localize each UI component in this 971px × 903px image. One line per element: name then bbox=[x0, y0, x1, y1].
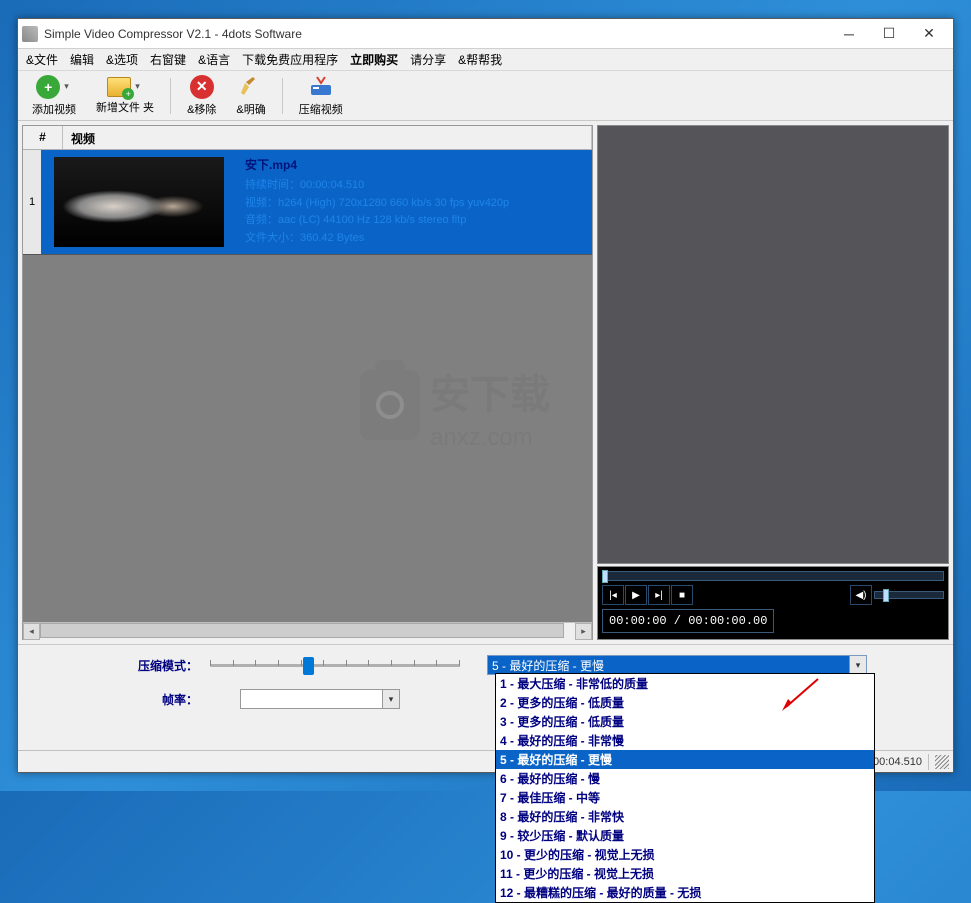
seek-slider[interactable] bbox=[602, 571, 944, 581]
preview-panel: |◂ ▶ ▸| ■ ◀) 00:00:00 / 00:00:00.00 bbox=[597, 125, 949, 640]
volume-icon[interactable]: ◀) bbox=[850, 585, 872, 605]
maximize-button[interactable]: ☐ bbox=[869, 21, 909, 47]
compress-mode-label: 压缩模式： bbox=[30, 657, 210, 674]
seek-thumb[interactable] bbox=[602, 570, 608, 583]
preview-viewport bbox=[597, 125, 949, 564]
row-number: 1 bbox=[23, 150, 41, 254]
table-body[interactable]: 1 安下.mp4 持续时间：00:00:04.510 视频：h264 (High… bbox=[23, 150, 592, 622]
clear-button[interactable]: &明确 bbox=[230, 73, 271, 119]
frame-rate-combobox[interactable]: ▾ bbox=[240, 689, 400, 709]
duration-line: 持续时间：00:00:04.510 bbox=[245, 177, 584, 195]
content-area: # 视频 1 安下.mp4 持续时间：00:00:04.510 视频：h264 … bbox=[18, 121, 953, 644]
combobox-value: 5 - 最好的压缩 - 更慢 bbox=[492, 657, 604, 674]
title-bar[interactable]: Simple Video Compressor V2.1 - 4dots Sof… bbox=[18, 19, 953, 49]
table-row[interactable]: 1 安下.mp4 持续时间：00:00:04.510 视频：h264 (High… bbox=[23, 150, 592, 255]
chevron-down-icon[interactable]: ▾ bbox=[132, 81, 143, 92]
menu-rightkey[interactable]: 右窗键 bbox=[150, 51, 186, 68]
remove-label: &移除 bbox=[187, 101, 216, 117]
table-header: # 视频 bbox=[23, 126, 592, 150]
chevron-down-icon[interactable]: ▾ bbox=[61, 81, 72, 92]
folder-icon: + bbox=[107, 77, 131, 97]
dropdown-option[interactable]: 2 - 更多的压缩 - 低质量 bbox=[496, 693, 874, 712]
menu-edit[interactable]: 编辑 bbox=[70, 51, 94, 68]
window-title: Simple Video Compressor V2.1 - 4dots Sof… bbox=[44, 27, 829, 41]
menu-buynow[interactable]: 立即购买 bbox=[350, 51, 398, 68]
toolbar: + ▾ 添加视频 + ▾ 新增文件 夹 ✕ &移除 &明确 bbox=[18, 71, 953, 121]
add-folder-button[interactable]: + ▾ 新增文件 夹 bbox=[90, 75, 160, 117]
stop-button[interactable]: ■ bbox=[671, 585, 693, 605]
minimize-button[interactable]: ─ bbox=[829, 21, 869, 47]
menu-bar: &文件 编辑 &选项 右窗键 &语言 下载免费应用程序 立即购买 请分享 &帮帮… bbox=[18, 49, 953, 71]
play-button[interactable]: ▶ bbox=[625, 585, 647, 605]
filename: 安下.mp4 bbox=[245, 156, 584, 175]
compress-label: 压缩视频 bbox=[299, 101, 343, 117]
separator bbox=[170, 78, 171, 114]
dropdown-option[interactable]: 11 - 更少的压缩 - 视觉上无损 bbox=[496, 864, 874, 883]
video-line: 视频：h264 (High) 720x1280 660 kb/s 30 fps … bbox=[245, 195, 584, 213]
skip-forward-button[interactable]: ▸| bbox=[648, 585, 670, 605]
resize-grip[interactable] bbox=[935, 755, 949, 769]
dropdown-option[interactable]: 1 - 最大压缩 - 非常低的质量 bbox=[496, 674, 874, 693]
player-controls: |◂ ▶ ▸| ■ ◀) 00:00:00 / 00:00:00.00 bbox=[597, 566, 949, 640]
volume-thumb[interactable] bbox=[883, 589, 889, 602]
chevron-down-icon[interactable]: ▾ bbox=[849, 656, 866, 674]
broom-icon bbox=[239, 75, 263, 99]
dropdown-option[interactable]: 8 - 最好的压缩 - 非常快 bbox=[496, 807, 874, 826]
thumbnail-cell bbox=[41, 150, 237, 254]
menu-language[interactable]: &语言 bbox=[198, 51, 230, 68]
video-meta: 安下.mp4 持续时间：00:00:04.510 视频：h264 (High) … bbox=[237, 150, 592, 254]
separator bbox=[282, 78, 283, 114]
frame-rate-label: 帧率： bbox=[30, 691, 210, 708]
col-video[interactable]: 视频 bbox=[63, 126, 592, 149]
app-icon bbox=[22, 26, 38, 42]
compress-mode-dropdown[interactable]: 1 - 最大压缩 - 非常低的质量2 - 更多的压缩 - 低质量3 - 更多的压… bbox=[495, 673, 875, 903]
scroll-left-icon[interactable]: ◂ bbox=[23, 623, 40, 640]
menu-help[interactable]: &帮帮我 bbox=[458, 51, 502, 68]
slider-thumb[interactable] bbox=[303, 657, 314, 675]
remove-button[interactable]: ✕ &移除 bbox=[181, 73, 222, 119]
app-window: Simple Video Compressor V2.1 - 4dots Sof… bbox=[17, 18, 954, 773]
dropdown-option[interactable]: 6 - 最好的压缩 - 慢 bbox=[496, 769, 874, 788]
col-number[interactable]: # bbox=[23, 126, 63, 149]
video-list-panel: # 视频 1 安下.mp4 持续时间：00:00:04.510 视频：h264 … bbox=[22, 125, 593, 640]
dropdown-option[interactable]: 12 - 最糟糕的压缩 - 最好的质量 - 无损 bbox=[496, 883, 874, 902]
compress-mode-combobox[interactable]: 5 - 最好的压缩 - 更慢 ▾ bbox=[487, 655, 867, 675]
scroll-right-icon[interactable]: ▸ bbox=[575, 623, 592, 640]
horizontal-scrollbar[interactable]: ◂ ▸ bbox=[23, 622, 592, 639]
compress-icon bbox=[309, 75, 333, 99]
add-video-label: 添加视频 bbox=[32, 101, 76, 117]
dropdown-option[interactable]: 10 - 更少的压缩 - 视觉上无损 bbox=[496, 845, 874, 864]
add-video-button[interactable]: + ▾ 添加视频 bbox=[26, 73, 82, 119]
menu-download[interactable]: 下载免费应用程序 bbox=[242, 51, 338, 68]
clear-label: &明确 bbox=[236, 101, 265, 117]
skip-back-button[interactable]: |◂ bbox=[602, 585, 624, 605]
dropdown-option[interactable]: 5 - 最好的压缩 - 更慢 bbox=[496, 750, 874, 769]
settings-panel: 压缩模式： 5 - 最好的压缩 - 更慢 ▾ 帧率： ▾ 1 - 最大压缩 - … bbox=[18, 644, 953, 750]
audio-line: 音频：aac (LC) 44100 Hz 128 kb/s stereo flt… bbox=[245, 212, 584, 230]
video-thumbnail bbox=[54, 157, 224, 247]
menu-share[interactable]: 请分享 bbox=[410, 51, 446, 68]
chevron-down-icon[interactable]: ▾ bbox=[382, 690, 399, 708]
size-line: 文件大小：360.42 Bytes bbox=[245, 230, 584, 248]
scroll-thumb[interactable] bbox=[40, 623, 564, 638]
plus-icon: + bbox=[36, 75, 60, 99]
time-display: 00:00:00 / 00:00:00.00 bbox=[602, 609, 774, 633]
close-button[interactable]: ✕ bbox=[909, 21, 949, 47]
dropdown-option[interactable]: 9 - 较少压缩 - 默认质量 bbox=[496, 826, 874, 845]
add-folder-label: 新增文件 夹 bbox=[96, 99, 154, 115]
dropdown-option[interactable]: 4 - 最好的压缩 - 非常慢 bbox=[496, 731, 874, 750]
scroll-track[interactable] bbox=[40, 623, 575, 640]
menu-options[interactable]: &选项 bbox=[106, 51, 138, 68]
dropdown-option[interactable]: 3 - 更多的压缩 - 低质量 bbox=[496, 712, 874, 731]
compress-button[interactable]: 压缩视频 bbox=[293, 73, 349, 119]
remove-icon: ✕ bbox=[190, 75, 214, 99]
volume-slider[interactable] bbox=[874, 591, 944, 599]
compress-slider[interactable] bbox=[210, 655, 460, 675]
menu-file[interactable]: &文件 bbox=[26, 51, 58, 68]
